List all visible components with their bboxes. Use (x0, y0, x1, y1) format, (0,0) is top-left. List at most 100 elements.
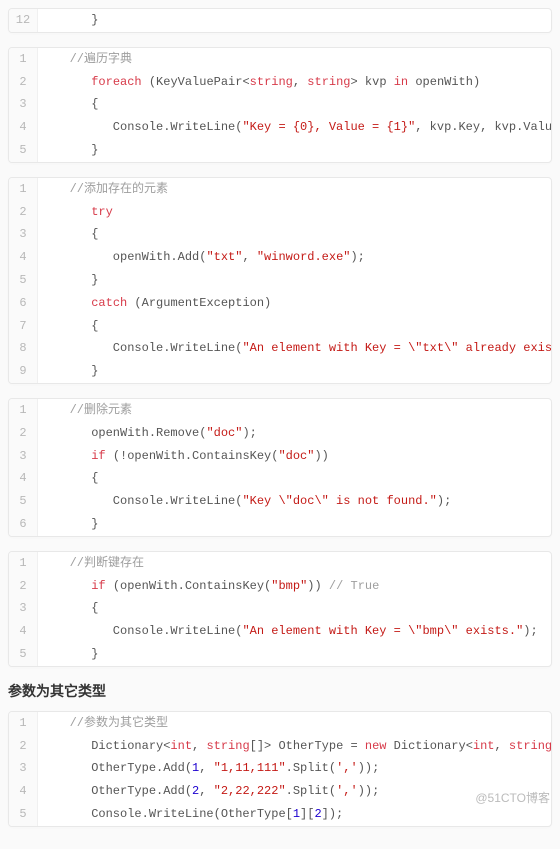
code-content: foreach (KeyValuePair<string, string> kv… (38, 71, 480, 94)
code-line: 2 foreach (KeyValuePair<string, string> … (9, 71, 551, 94)
code-line: 8 Console.WriteLine("An element with Key… (9, 337, 551, 360)
code-line: 3 { (9, 223, 551, 246)
line-number: 4 (9, 780, 38, 803)
code-block-4: 1 //判断键存在2 if (openWith.ContainsKey("bmp… (8, 551, 552, 667)
code-line: 3 OtherType.Add(1, "1,11,111".Split(',')… (9, 757, 551, 780)
code-line: 1 //添加存在的元素 (9, 178, 551, 201)
code-line: 4 { (9, 467, 551, 490)
code-content: OtherType.Add(2, "2,22,222".Split(',')); (38, 780, 379, 803)
line-number: 7 (9, 315, 38, 338)
watermark-text: @51CTO博客 (475, 789, 550, 806)
code-content: openWith.Remove("doc"); (38, 422, 257, 445)
code-content: Console.WriteLine("Key = {0}, Value = {1… (38, 116, 552, 139)
code-line: 7 { (9, 315, 551, 338)
line-number: 3 (9, 445, 38, 468)
code-content: Console.WriteLine("Key \"doc\" is not fo… (38, 490, 451, 513)
code-line: 5 Console.WriteLine(OtherType[1][2]); (9, 803, 551, 826)
line-number: 2 (9, 575, 38, 598)
code-line: 2 if (openWith.ContainsKey("bmp")) // Tr… (9, 575, 551, 598)
code-content: //判断键存在 (38, 552, 144, 575)
code-block-3: 1 //删除元素2 openWith.Remove("doc");3 if (!… (8, 398, 552, 537)
code-block-1: 1 //遍历字典2 foreach (KeyValuePair<string, … (8, 47, 552, 163)
line-number: 1 (9, 48, 38, 71)
code-line: 2 Dictionary<int, string[]> OtherType = … (9, 735, 551, 758)
code-content: } (38, 139, 98, 162)
code-line: 6 } (9, 513, 551, 536)
code-content: } (38, 513, 98, 536)
code-line: 12 } (9, 9, 551, 32)
line-number: 5 (9, 269, 38, 292)
code-line: 4 Console.WriteLine("Key = {0}, Value = … (9, 116, 551, 139)
code-content: } (38, 269, 98, 292)
code-block-5: 1 //参数为其它类型2 Dictionary<int, string[]> O… (8, 711, 552, 827)
line-number: 3 (9, 93, 38, 116)
code-line: 5 } (9, 139, 551, 162)
code-content: } (38, 643, 98, 666)
code-content: { (38, 467, 98, 490)
line-number: 2 (9, 735, 38, 758)
line-number: 8 (9, 337, 38, 360)
line-number: 5 (9, 139, 38, 162)
code-line: 3 { (9, 93, 551, 116)
code-line: 6 catch (ArgumentException) (9, 292, 551, 315)
code-line: 4 Console.WriteLine("An element with Key… (9, 620, 551, 643)
code-content: { (38, 93, 98, 116)
code-line: 4 OtherType.Add(2, "2,22,222".Split(',')… (9, 780, 551, 803)
line-number: 1 (9, 552, 38, 575)
code-content: Console.WriteLine("An element with Key =… (38, 620, 538, 643)
code-line: 1 //参数为其它类型 (9, 712, 551, 735)
code-line: 2 try (9, 201, 551, 224)
code-block-2: 1 //添加存在的元素2 try3 {4 openWith.Add("txt",… (8, 177, 552, 384)
code-content: //添加存在的元素 (38, 178, 168, 201)
code-content: //参数为其它类型 (38, 712, 168, 735)
code-block-0: 12 } (8, 8, 552, 33)
line-number: 3 (9, 757, 38, 780)
line-number: 4 (9, 246, 38, 269)
code-content: { (38, 315, 98, 338)
code-line: 5 Console.WriteLine("Key \"doc\" is not … (9, 490, 551, 513)
line-number: 5 (9, 490, 38, 513)
code-content: { (38, 597, 98, 620)
line-number: 5 (9, 803, 38, 826)
line-number: 3 (9, 597, 38, 620)
line-number: 2 (9, 422, 38, 445)
code-line: 1 //遍历字典 (9, 48, 551, 71)
code-line: 3 { (9, 597, 551, 620)
code-line: 1 //判断键存在 (9, 552, 551, 575)
code-content: if (!openWith.ContainsKey("doc")) (38, 445, 329, 468)
line-number: 9 (9, 360, 38, 383)
code-line: 5 } (9, 269, 551, 292)
code-content: openWith.Add("txt", "winword.exe"); (38, 246, 365, 269)
code-content: Console.WriteLine(OtherType[1][2]); (38, 803, 343, 826)
code-content: catch (ArgumentException) (38, 292, 271, 315)
code-line: 5 } (9, 643, 551, 666)
code-content: Dictionary<int, string[]> OtherType = ne… (38, 735, 552, 758)
line-number: 1 (9, 399, 38, 422)
line-number: 1 (9, 712, 38, 735)
code-content: try (38, 201, 113, 224)
code-line: 9 } (9, 360, 551, 383)
section-heading: 参数为其它类型 (8, 681, 552, 701)
code-content: } (38, 9, 98, 32)
code-content: OtherType.Add(1, "1,11,111".Split(',')); (38, 757, 379, 780)
code-content: { (38, 223, 98, 246)
line-number: 5 (9, 643, 38, 666)
code-line: 2 openWith.Remove("doc"); (9, 422, 551, 445)
code-content: } (38, 360, 98, 383)
code-content: //删除元素 (38, 399, 132, 422)
code-line: 4 openWith.Add("txt", "winword.exe"); (9, 246, 551, 269)
line-number: 4 (9, 116, 38, 139)
code-content: //遍历字典 (38, 48, 132, 71)
line-number: 3 (9, 223, 38, 246)
code-line: 3 if (!openWith.ContainsKey("doc")) (9, 445, 551, 468)
line-number: 6 (9, 292, 38, 315)
line-number: 4 (9, 620, 38, 643)
line-number: 4 (9, 467, 38, 490)
line-number: 2 (9, 201, 38, 224)
line-number: 6 (9, 513, 38, 536)
code-content: if (openWith.ContainsKey("bmp")) // True (38, 575, 379, 598)
code-content: Console.WriteLine("An element with Key =… (38, 337, 552, 360)
code-line: 1 //删除元素 (9, 399, 551, 422)
line-number: 12 (9, 9, 38, 32)
line-number: 2 (9, 71, 38, 94)
